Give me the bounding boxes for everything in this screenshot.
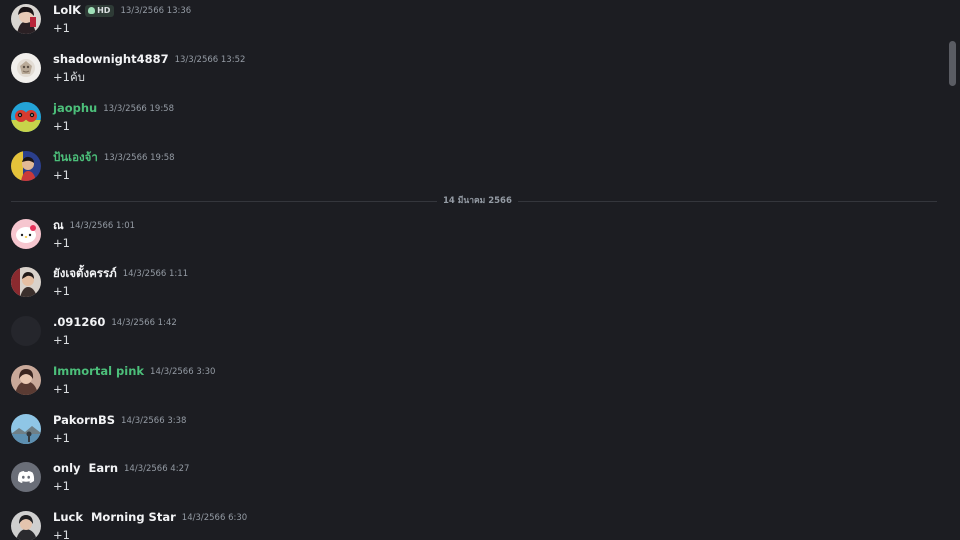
message-content: +1 <box>53 236 70 250</box>
timestamp: 13/3/2566 19:58 <box>103 104 174 114</box>
discord-logo-icon <box>11 462 41 492</box>
timestamp: 13/3/2566 19:58 <box>103 153 175 163</box>
message-content: +1 <box>53 528 70 540</box>
message-content: +1 <box>53 479 70 493</box>
avatar[interactable] <box>11 365 41 395</box>
message-item: LolK HD 13/3/2566 13:36 +1 <box>0 2 940 48</box>
message-content: +1ค้บ <box>53 70 85 84</box>
message-content: +1 <box>53 431 70 445</box>
username[interactable]: ณ 14/3/2566 1:01 <box>53 217 135 234</box>
timestamp: 14/3/2566 4:27 <box>124 464 190 474</box>
timestamp: 14/3/2566 1:11 <box>122 269 189 279</box>
message-item: ป้นเองจ้า 13/3/2566 19:58 +1 <box>0 149 940 195</box>
avatar[interactable] <box>11 414 41 444</box>
timestamp: 14/3/2566 3:30 <box>150 367 216 377</box>
message-item: Luck Morning Star 14/3/2566 6:30 +1 <box>0 509 940 540</box>
username[interactable]: only Earn 14/3/2566 4:27 <box>53 460 189 477</box>
message-item: shadownight4887 13/3/2566 13:52 +1ค้บ <box>0 51 940 97</box>
timestamp: 14/3/2566 6:30 <box>181 513 248 523</box>
username[interactable]: Luck Morning Star 14/3/2566 6:30 <box>53 509 247 526</box>
avatar[interactable] <box>11 511 41 540</box>
date-divider-label: 14 มีนาคม 2566 <box>437 195 518 207</box>
avatar[interactable] <box>11 462 41 492</box>
username[interactable]: shadownight4887 13/3/2566 13:52 <box>53 51 245 68</box>
timestamp: 14/3/2566 3:38 <box>121 416 187 426</box>
message-item: ณ 14/3/2566 1:01 +1 <box>0 217 940 263</box>
skull-icon <box>88 6 96 14</box>
message-content: +1 <box>53 333 70 347</box>
username[interactable]: LolK HD 13/3/2566 13:36 <box>53 2 191 19</box>
username[interactable]: ป้นเองจ้า 13/3/2566 19:58 <box>53 149 175 166</box>
message-item: Immortal pink 14/3/2566 3:30 +1 <box>0 363 940 409</box>
message-item: .091260 14/3/2566 1:42 +1 <box>0 314 940 360</box>
message-content: +1 <box>53 119 70 133</box>
avatar[interactable] <box>11 267 41 297</box>
message-item: only Earn 14/3/2566 4:27 +1 <box>0 460 940 506</box>
username[interactable]: PakornBS 14/3/2566 3:38 <box>53 412 186 429</box>
username[interactable]: .091260 14/3/2566 1:42 <box>53 314 177 331</box>
message-content: +1 <box>53 284 70 298</box>
message-list: LolK HD 13/3/2566 13:36 +1 shadownight4887… <box>0 0 948 540</box>
message-content: +1 <box>53 21 70 35</box>
message-item: PakornBS 14/3/2566 3:38 +1 <box>0 412 940 458</box>
message-content: +1 <box>53 382 70 396</box>
avatar[interactable] <box>11 53 41 83</box>
hd-badge: HD <box>85 5 115 17</box>
scrollbar-thumb[interactable] <box>949 41 956 86</box>
message-item: ยังเจตั้งครรภ์ 14/3/2566 1:11 +1 <box>0 265 940 311</box>
avatar[interactable] <box>11 219 41 249</box>
avatar[interactable] <box>11 4 41 34</box>
avatar[interactable] <box>11 151 41 181</box>
message-item: jaophu 13/3/2566 19:58 +1 <box>0 100 940 146</box>
username[interactable]: jaophu 13/3/2566 19:58 <box>53 100 174 117</box>
timestamp: 14/3/2566 1:42 <box>111 318 177 328</box>
avatar[interactable] <box>11 316 41 346</box>
timestamp: 14/3/2566 1:01 <box>69 221 136 231</box>
username[interactable]: ยังเจตั้งครรภ์ 14/3/2566 1:11 <box>53 265 188 282</box>
timestamp: 13/3/2566 13:52 <box>174 55 246 65</box>
message-content: +1 <box>53 168 70 182</box>
avatar[interactable] <box>11 102 41 132</box>
username[interactable]: Immortal pink 14/3/2566 3:30 <box>53 363 215 380</box>
timestamp: 13/3/2566 13:36 <box>120 6 192 16</box>
